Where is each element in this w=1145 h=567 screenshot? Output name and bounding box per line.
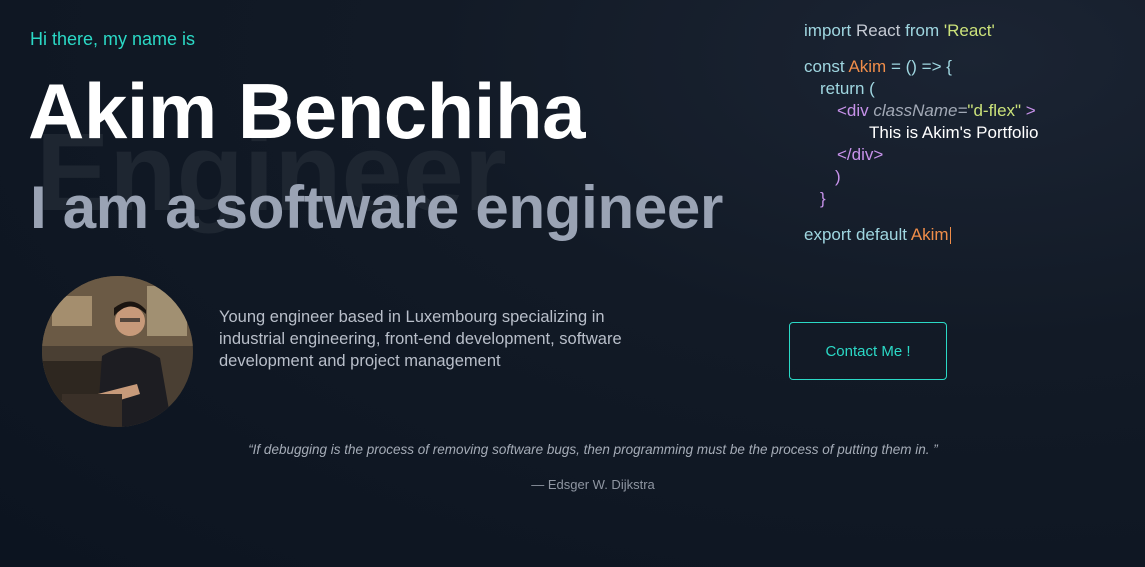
code-line-paren: ) bbox=[804, 166, 1039, 188]
avatar bbox=[42, 276, 193, 427]
code-attribute: className= bbox=[873, 101, 968, 120]
code-tag: <div bbox=[837, 101, 869, 120]
code-tag: </div> bbox=[837, 145, 884, 164]
code-keyword: export default bbox=[804, 225, 908, 244]
code-line-return: return ( bbox=[804, 78, 1039, 100]
contact-me-button[interactable]: Contact Me ! bbox=[789, 322, 947, 380]
quote-text: “If debugging is the process of removing… bbox=[248, 442, 938, 457]
code-identifier: Akim bbox=[910, 225, 949, 244]
code-punctuation: ) bbox=[835, 167, 841, 186]
code-line-text: This is Akim's Portfolio bbox=[804, 122, 1039, 144]
greeting-text: Hi there, my name is bbox=[30, 29, 196, 49]
hero-subtitle: I am a software engineer bbox=[30, 174, 724, 241]
code-string: "d-flex" bbox=[967, 101, 1022, 120]
bio-text: Young engineer based in Luxembourg speci… bbox=[219, 308, 622, 370]
code-string: 'React' bbox=[943, 21, 995, 40]
code-line-brace: } bbox=[804, 188, 1039, 210]
code-line-export: export default Akim bbox=[804, 224, 1039, 246]
code-jsx-text: This is Akim's Portfolio bbox=[869, 123, 1039, 142]
code-identifier: React bbox=[855, 21, 901, 40]
code-keyword: return ( bbox=[820, 79, 875, 98]
code-punctuation: } bbox=[820, 189, 826, 208]
code-identifier: Akim bbox=[848, 57, 887, 76]
hero-name: Akim Benchiha bbox=[28, 67, 585, 155]
code-snippet: import React from 'React' const Akim = (… bbox=[804, 20, 1039, 246]
code-keyword: const bbox=[804, 57, 845, 76]
code-line-const: const Akim = () => { bbox=[804, 56, 1039, 78]
code-line-div-close: </div> bbox=[804, 144, 1039, 166]
code-keyword: import bbox=[804, 21, 852, 40]
quote-author: — Edsger W. Dijkstra bbox=[531, 477, 655, 492]
code-operator: = () => { bbox=[890, 57, 952, 76]
code-line-import: import React from 'React' bbox=[804, 20, 1039, 42]
code-tag: > bbox=[1025, 101, 1036, 120]
code-line-div-open: <div className="d-flex" > bbox=[804, 100, 1039, 122]
text-cursor bbox=[949, 227, 951, 245]
profile-photo-icon bbox=[42, 276, 193, 427]
code-keyword: from bbox=[905, 21, 940, 40]
